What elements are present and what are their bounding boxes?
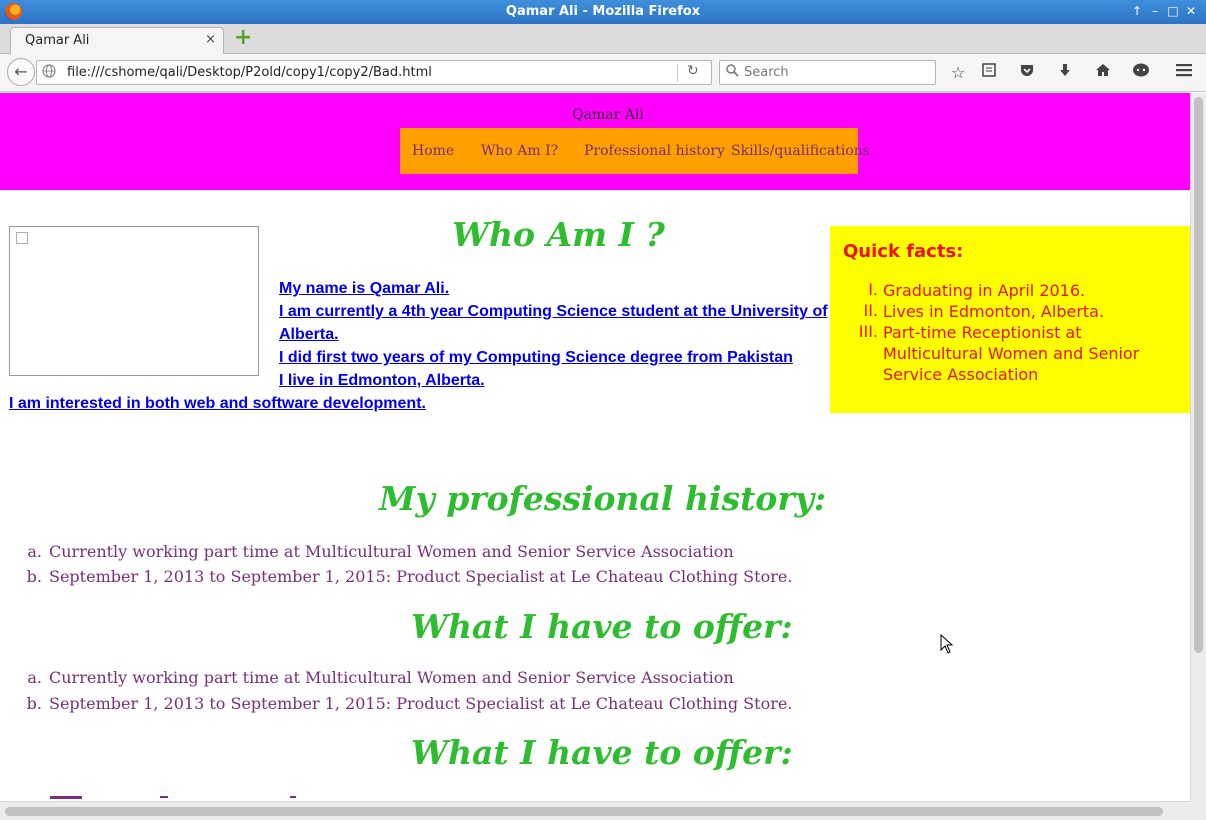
intro-line[interactable]: My name is Qamar Ali. [279, 280, 449, 298]
site-header: Qamar Ali Home Who Am I? Professional hi… [0, 93, 1190, 190]
intro-line[interactable]: I did first two years of my Computing Sc… [279, 349, 793, 367]
fact-item: Part-time Receptionist at [883, 323, 1082, 342]
new-tab-button[interactable]: + [234, 27, 254, 49]
intro-line[interactable]: Alberta. [279, 326, 339, 344]
horizontal-scrollbar[interactable] [0, 801, 1190, 820]
nav-home[interactable]: Home [412, 143, 454, 159]
maximize-button[interactable]: □ [1165, 3, 1181, 19]
search-placeholder: Search [744, 65, 789, 80]
quick-facts-box: Quick facts: I. II. III. Graduating in A… [830, 226, 1190, 413]
page-viewport: Qamar Ali Home Who Am I? Professional hi… [0, 93, 1190, 801]
globe-icon [42, 64, 56, 82]
offer-heading: What I have to offer: [411, 607, 793, 646]
url-text[interactable]: file:///cshome/qali/Desktop/P2old/copy1/… [67, 65, 432, 80]
reading-list-icon[interactable] [978, 62, 1000, 84]
home-icon[interactable] [1092, 62, 1114, 84]
window-titlebar: Qamar Ali - Mozilla Firefox ↑ – □ ✕ [0, 0, 1206, 24]
search-input[interactable]: Search [719, 60, 936, 85]
clipped-text-fragment [160, 796, 168, 798]
list-marker: a. [27, 668, 42, 687]
scrollbar-corner [1190, 801, 1206, 820]
mouse-cursor-icon [940, 634, 954, 654]
tab-qamar-ali[interactable]: Qamar Ali × [10, 27, 224, 55]
offer-item: September 1, 2013 to September 1, 2015: … [49, 694, 793, 713]
download-icon[interactable] [1054, 62, 1076, 84]
search-icon [726, 64, 739, 81]
who-am-i-heading: Who Am I ? [452, 215, 665, 254]
tab-label: Qamar Ali [25, 33, 90, 48]
url-bar[interactable]: file:///cshome/qali/Desktop/P2old/copy1/… [36, 60, 712, 85]
vertical-scrollbar[interactable] [1190, 93, 1206, 801]
history-item: September 1, 2013 to September 1, 2015: … [49, 567, 793, 586]
vertical-scroll-thumb[interactable] [1194, 97, 1203, 653]
fact-item: Lives in Edmonton, Alberta. [883, 302, 1105, 321]
broken-image-icon [16, 232, 28, 244]
keep-above-button[interactable]: ↑ [1129, 3, 1145, 19]
menu-icon[interactable] [1173, 62, 1195, 84]
fact-item: Multicultural Women and Senior [883, 344, 1140, 363]
intro-line[interactable]: I am currently a 4th year Computing Scie… [279, 303, 828, 321]
site-nav: Home Who Am I? Professional history Skil… [400, 128, 870, 174]
fact-number: III. [858, 322, 878, 341]
horizontal-scroll-thumb[interactable] [5, 807, 1163, 816]
nav-professional-history[interactable]: Professional history [584, 143, 725, 159]
chat-icon[interactable] [1130, 62, 1152, 84]
intro-line[interactable]: I live in Edmonton, Alberta. [279, 372, 485, 390]
window-title: Qamar Ali - Mozilla Firefox [505, 4, 701, 19]
fact-item: Graduating in April 2016. [883, 281, 1086, 300]
list-marker: b. [26, 567, 42, 586]
tab-strip: Qamar Ali × + [0, 24, 1206, 55]
quick-facts-title: Quick facts: [843, 241, 964, 262]
intro-line[interactable]: I am interested in both web and software… [9, 395, 426, 413]
list-marker: b. [26, 694, 42, 713]
list-marker: a. [27, 542, 42, 561]
nav-who-am-i[interactable]: Who Am I? [481, 143, 558, 159]
close-window-button[interactable]: ✕ [1183, 3, 1199, 19]
professional-history-heading: My professional history: [379, 479, 827, 518]
reload-icon[interactable]: ↻ [687, 63, 699, 79]
close-tab-icon[interactable]: × [205, 32, 216, 47]
offer-item: Currently working part time at Multicult… [49, 668, 734, 687]
clipped-text-fragment [290, 796, 296, 798]
star-icon[interactable]: ☆ [947, 62, 969, 84]
clipped-text-fragment [50, 796, 82, 799]
pocket-icon[interactable] [1016, 62, 1038, 84]
nav-skills[interactable]: Skills/qualifications [731, 143, 870, 159]
profile-image [9, 226, 259, 376]
fact-number: I. [868, 280, 878, 299]
navigation-toolbar: ← file:///cshome/qali/Desktop/P2old/copy… [0, 54, 1206, 92]
fact-number: II. [863, 301, 878, 320]
site-name: Qamar Ali [572, 107, 644, 123]
offer-heading-2: What I have to offer: [411, 733, 793, 772]
minimize-button[interactable]: – [1147, 3, 1163, 19]
url-divider [677, 64, 678, 82]
fact-item: Service Association [883, 365, 1039, 384]
history-item: Currently working part time at Multicult… [49, 542, 734, 561]
back-button[interactable]: ← [7, 58, 35, 86]
